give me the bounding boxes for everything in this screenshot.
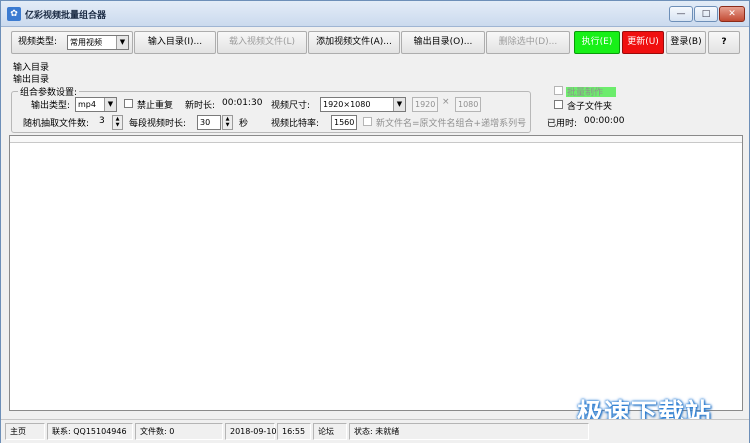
spin-arrows-icon: ▲ ▼: [115, 116, 120, 128]
video-size-select[interactable]: 1920×1080 ▼: [320, 97, 406, 112]
input-dir-button[interactable]: 输入目录(I)...: [134, 31, 216, 54]
status-time: 16:55: [277, 423, 311, 440]
status-state: 状态: 未就绪: [349, 423, 589, 440]
chevron-down-icon: ▼: [104, 98, 116, 111]
no-repeat-label: 禁止重复: [137, 101, 174, 111]
file-list-panel[interactable]: [9, 135, 743, 411]
new-filename-checkbox[interactable]: [363, 117, 372, 126]
seconds-unit: 秒: [239, 119, 249, 129]
segment-duration-input[interactable]: 30: [197, 115, 221, 130]
elapsed-value: 00:00:00: [584, 116, 625, 126]
video-size-value: 1920×1080: [323, 100, 371, 109]
output-type-label: 输出类型:: [31, 101, 71, 111]
bitrate-input[interactable]: 1560: [331, 115, 357, 130]
no-repeat-checkbox[interactable]: [124, 99, 133, 108]
execute-button[interactable]: 执行(E): [574, 31, 620, 54]
status-contact: 联系: QQ15104946: [47, 423, 133, 440]
random-count-spinner[interactable]: ▲ ▼: [112, 115, 123, 130]
output-dir-path: 输出目录: [13, 75, 50, 85]
elapsed-label: 已用时:: [547, 119, 578, 129]
status-forum[interactable]: 论坛: [313, 423, 347, 440]
segment-duration-label: 每段视频时长:: [129, 119, 187, 129]
add-video-file-button[interactable]: 添加视频文件(A)...: [308, 31, 400, 54]
output-type-select[interactable]: mp4 ▼: [75, 97, 117, 112]
settings-group-title: 组合参数设置:: [18, 85, 80, 98]
new-duration-label: 新时长:: [185, 101, 216, 111]
status-home[interactable]: 主页: [5, 423, 45, 440]
output-dir-button[interactable]: 输出目录(O)...: [401, 31, 485, 54]
status-file-count: 文件数: 0: [135, 423, 223, 440]
app-icon: ✿: [7, 7, 21, 21]
batch-label: 批量制作: [567, 88, 604, 98]
new-duration-value: 00:01:30: [222, 98, 263, 108]
spin-arrows-icon: ▲ ▼: [225, 116, 230, 128]
title-bar: ✿ 亿彩视频批量组合器 — □ ✕: [1, 1, 749, 27]
close-button[interactable]: ✕: [719, 6, 745, 22]
new-filename-label: 新文件名=原文件名组合+递增系列号: [376, 119, 527, 129]
window-title: 亿彩视频批量组合器: [25, 11, 107, 21]
output-type-value: mp4: [78, 100, 96, 109]
load-video-file-button[interactable]: 载入视频文件(L): [217, 31, 307, 54]
help-button[interactable]: ?: [708, 31, 740, 54]
batch-checkbox[interactable]: [554, 86, 563, 95]
height-input[interactable]: 1080: [455, 97, 481, 112]
video-size-label: 视频尺寸:: [271, 101, 311, 111]
update-button[interactable]: 更新(U): [622, 31, 664, 54]
times-sign: ×: [442, 97, 450, 107]
chevron-down-icon: ▼: [116, 36, 128, 49]
status-date: 2018-09-10: [225, 423, 277, 440]
video-type-select[interactable]: 常用视频 ▼: [67, 35, 129, 50]
width-input[interactable]: 1920: [412, 97, 438, 112]
include-subdirs-label: 含子文件夹: [567, 102, 613, 112]
bitrate-label: 视频比特率:: [271, 119, 320, 129]
include-subdirs-checkbox[interactable]: [554, 100, 563, 109]
minimize-button[interactable]: —: [669, 6, 693, 22]
file-list-header: [10, 136, 742, 143]
app-window: ✿ 亿彩视频批量组合器 — □ ✕ 视频类型: 常用视频 ▼ 输入目录(I)..…: [0, 0, 750, 443]
maximize-button[interactable]: □: [694, 6, 718, 22]
status-bar: 主页 联系: QQ15104946 文件数: 0 2018-09-10 16:5…: [1, 419, 749, 443]
login-button[interactable]: 登录(B): [666, 31, 706, 54]
random-count-label: 随机抽取文件数:: [23, 119, 90, 129]
segment-duration-spinner[interactable]: ▲ ▼: [222, 115, 233, 130]
delete-selected-button[interactable]: 删除选中(D)...: [486, 31, 570, 54]
random-count-value: 3: [99, 116, 105, 126]
chevron-down-icon: ▼: [393, 98, 405, 111]
video-type-label: 视频类型:: [18, 37, 58, 47]
video-type-value: 常用视频: [70, 38, 102, 47]
